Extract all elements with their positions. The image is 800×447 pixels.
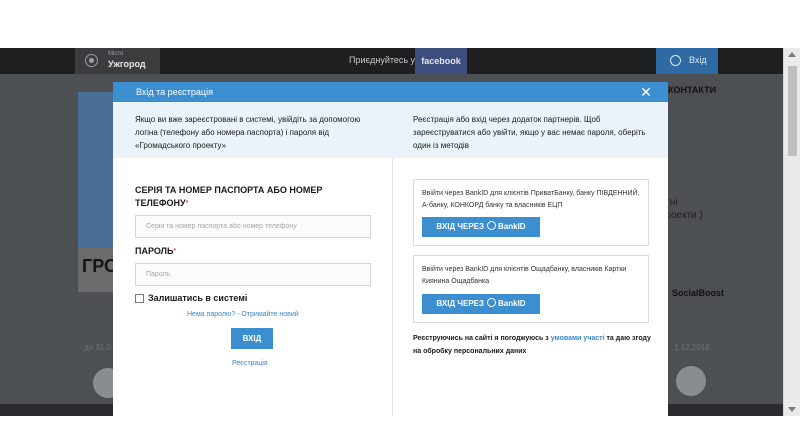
project-icon [676,366,706,396]
bankid-icon [487,298,497,307]
login-intro-text: Якщо ви вже зареєстровані в системі, уві… [135,115,361,150]
vertical-scrollbar[interactable] [783,48,800,416]
agreement-text: Реєструючись на сайті я погоджуюсь з умо… [413,332,653,358]
facebook-button[interactable]: facebook [415,48,467,74]
password-input[interactable] [135,263,371,286]
location-pin-icon [85,54,98,67]
bankid-button-prefix: ВХІД ЧЕРЕЗ [436,222,485,231]
login-icon [670,55,681,66]
required-mark: * [185,200,189,207]
remember-label: Залишатись в системі [148,293,248,303]
login-intro: Якщо ви вже зареєстровані в системі, уві… [113,102,393,158]
scroll-up-icon[interactable] [788,52,796,57]
login-button[interactable]: ВХІД [231,328,273,349]
hero-image [78,92,114,247]
top-blank-area [0,0,800,48]
agreement-before: Реєструючись на сайті я погоджуюсь з [413,335,551,342]
partner-description: Ввійти через BankID для клієнтів Ощадбан… [422,266,627,285]
login-input[interactable] [135,215,371,238]
forgot-password-link[interactable]: Нема паролю? - Отримайте новий [187,311,299,318]
header-login-button[interactable]: Вхід [656,48,718,74]
social-text: SocialBoost [672,288,725,298]
partner-box-oschadbank: Ввійти через BankID для клієнтів Ощадбан… [413,255,649,323]
bankid-icon [487,221,497,230]
partner-description: Ввійти через BankID для клієнтів ПриватБ… [422,190,640,209]
login-field-label: СЕРІЯ ТА НОМЕР ПАСПОРТА АБО НОМЕР ТЕЛЕФО… [135,184,365,210]
partners-intro-text: Реєстрація або вхід через додаток партне… [413,115,646,150]
login-modal: Вхід та реєстрація ✕ Якщо ви вже зареєст… [113,82,668,416]
bankid-button-brand: BankID [498,299,526,308]
city-name: Ужгород [108,59,146,69]
city-label: Місто [108,51,124,57]
bankid-login-button[interactable]: ВХІД ЧЕРЕЗ BankID [422,217,540,237]
bankid-button-prefix: ВХІД ЧЕРЕЗ [436,299,485,308]
modal-title: Вхід та реєстрація [136,87,213,97]
bankid-login-button[interactable]: ВХІД ЧЕРЕЗ BankID [422,294,540,314]
date-right: 1.12.2018 [674,343,710,352]
join-text: Приєднуйтесь у [349,55,416,65]
partner-box-privatbank: Ввійти через BankID для клієнтів ПриватБ… [413,179,649,246]
password-field-label: ПАРОЛЬ* [135,245,176,258]
city-selector[interactable]: Місто Ужгород [75,48,160,74]
bankid-button-brand: BankID [498,222,526,231]
scroll-down-icon[interactable] [788,407,796,412]
contacts-link[interactable]: КОНТАКТИ [668,85,716,95]
header-login-label: Вхід [689,55,707,65]
date-left: до 31.0 [84,343,111,352]
scrollbar-thumb[interactable] [788,66,797,156]
required-mark: * [173,248,177,255]
screen: Місто Ужгород Приєднуйтесь у facebook Вх… [0,0,800,447]
column-divider [392,158,393,416]
site-header: Місто Ужгород Приєднуйтесь у facebook Вх… [0,48,783,74]
login-field-label-text: СЕРІЯ ТА НОМЕР ПАСПОРТА АБО НОМЕР ТЕЛЕФО… [135,185,323,208]
bottom-blank-area [0,416,800,447]
modal-header: Вхід та реєстрація ✕ [113,82,668,102]
password-field-label-text: ПАРОЛЬ [135,246,174,256]
close-icon[interactable]: ✕ [638,84,654,100]
remember-checkbox[interactable] [135,294,144,303]
register-link[interactable]: Реєстрація [232,360,268,367]
terms-link[interactable]: умовами участі [551,335,605,342]
partners-intro: Реєстрація або вхід через додаток партне… [393,102,668,158]
